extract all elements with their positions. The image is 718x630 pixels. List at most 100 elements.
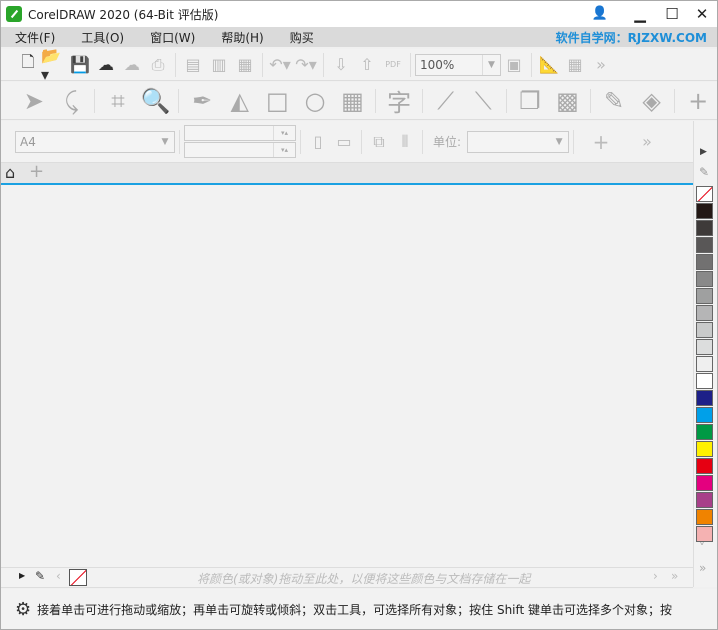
connector-tool-icon[interactable]: ⟍ [464,84,502,118]
account-icon[interactable]: 👤 [589,4,611,24]
add-icon[interactable]: + [588,129,614,155]
ellipse-tool-icon[interactable]: ○ [296,84,334,118]
zoom-value: 100% [420,57,455,72]
close-button[interactable]: ✕ [691,4,713,24]
grid-icon[interactable]: ▦ [562,52,588,78]
chevron-down-icon[interactable]: ˅ [699,541,705,555]
all-pages-icon[interactable]: ⧉ [366,129,392,155]
color-swatch[interactable] [696,237,713,253]
artistic-media-icon[interactable]: ◭ [221,84,259,118]
palette-more-icon[interactable]: » [699,561,706,575]
more-icon[interactable]: » [634,129,660,155]
no-color-swatch[interactable] [696,186,713,202]
maximize-button[interactable]: ☐ [661,4,683,24]
separator [674,88,676,113]
cloud-upload-icon[interactable]: ☁ [119,52,145,78]
shape-tool-icon[interactable]: ⤹ [53,84,91,118]
scroll-right-icon[interactable]: › [653,569,658,583]
add-tool-icon[interactable]: + [679,84,717,118]
scroll-left-icon[interactable]: ‹ [56,569,61,583]
pick-tool-icon[interactable]: ➤ [15,84,53,118]
undo-icon[interactable]: ↶▾ [267,52,293,78]
color-swatch[interactable] [696,288,713,304]
page-height-input[interactable]: ▾▴ [184,142,296,158]
color-swatch[interactable] [696,322,713,338]
rectangle-tool-icon[interactable]: □ [259,84,297,118]
window-title: CorelDRAW 2020 (64-Bit 评估版) [28,7,219,22]
transparency-icon[interactable]: ▩ [549,84,587,118]
color-swatch[interactable] [696,220,713,236]
save-icon[interactable]: 💾 [67,52,93,78]
new-tab-icon[interactable]: + [29,161,44,182]
color-swatch[interactable] [696,407,713,423]
redo-icon[interactable]: ↷▾ [293,52,319,78]
drop-shadow-icon[interactable]: ❐ [511,84,549,118]
export-icon[interactable]: ⇧ [354,52,380,78]
fill-tool-icon[interactable]: ◈ [633,84,671,118]
separator [175,52,176,77]
export-pdf-icon[interactable]: PDF [380,52,406,78]
new-document-icon[interactable]: 🗋 [15,52,41,78]
color-swatch[interactable] [696,271,713,287]
paste-icon[interactable]: ▦ [232,52,258,78]
menu-tools[interactable]: 工具(O) [67,29,136,46]
cloud-download-icon[interactable]: ☁ [93,52,119,78]
zoom-tool-icon[interactable]: 🔍 [137,84,175,118]
more-icon[interactable]: » [588,52,614,78]
eyedropper-icon[interactable]: ✎ [35,569,45,583]
palette-menu-icon[interactable]: ▶ [19,571,25,580]
palette-menu-icon[interactable]: ▶ [700,147,707,157]
color-swatch[interactable] [696,441,713,457]
page-width-input[interactable]: ▾▴ [184,125,296,141]
color-swatch[interactable] [696,339,713,355]
menu-help[interactable]: 帮助(H) [207,29,275,46]
dimension-tool-icon[interactable]: ⟋ [427,84,465,118]
cut-icon[interactable]: ▤ [180,52,206,78]
color-swatch[interactable] [696,424,713,440]
color-swatch[interactable] [696,373,713,389]
settings-gear-icon[interactable]: ⚙ [15,599,31,620]
crop-tool-icon[interactable]: ⌗ [99,84,137,118]
open-icon[interactable]: 📂▾ [41,46,67,84]
menu-buy[interactable]: 购买 [276,29,326,46]
color-swatch[interactable] [696,475,713,491]
color-swatch[interactable] [696,492,713,508]
minimize-button[interactable]: ▁ [629,4,651,24]
current-page-icon[interactable]: ⫴ [392,129,418,155]
copy-icon[interactable]: ▥ [206,52,232,78]
color-swatch[interactable] [696,254,713,270]
portrait-icon[interactable]: ▯ [305,129,331,155]
color-swatch[interactable] [696,458,713,474]
separator [573,129,575,154]
print-icon[interactable]: ⎙ [145,52,171,78]
workspace-canvas[interactable] [1,185,693,567]
chevron-up-icon[interactable]: ˄ [700,167,706,181]
color-swatch[interactable] [696,526,713,542]
unit-select[interactable]: ▼ [467,130,570,153]
text-tool-icon[interactable]: 字 [380,84,418,118]
pen-tool-icon[interactable]: ✒ [183,84,221,118]
table-tool-icon[interactable]: ▦ [334,84,372,118]
app-logo-icon [6,6,22,22]
color-swatch[interactable] [696,356,713,372]
no-color-swatch[interactable] [69,569,87,586]
zoom-level-select[interactable]: 100% ▼ [415,53,501,76]
chevron-down-icon: ▼ [555,136,563,147]
toolbox: ➤ ⤹ ⌗ 🔍 ✒ ◭ □ ○ ▦ 字 ⟋ ⟍ ❐ ▩ ✎ ◈ + [1,82,717,120]
color-swatch[interactable] [696,509,713,525]
import-icon[interactable]: ⇩ [328,52,354,78]
home-tab-icon[interactable]: ⌂ [5,163,15,182]
color-swatch[interactable] [696,390,713,406]
color-swatch[interactable] [696,203,713,219]
page-size-select[interactable]: A4 ▼ [15,130,175,153]
rulers-icon[interactable]: 📐 [536,52,562,78]
eyedropper-icon[interactable]: ✎ [595,84,633,118]
separator [262,52,263,77]
menu-file[interactable]: 文件(F) [1,29,67,46]
more-icon[interactable]: » [671,569,678,583]
color-swatch[interactable] [696,305,713,321]
color-palette: ▶ ✎ ˄ ˅ » [693,121,717,587]
full-screen-icon[interactable]: ▣ [501,52,527,78]
landscape-icon[interactable]: ▭ [331,129,357,155]
menu-window[interactable]: 窗口(W) [136,29,207,46]
